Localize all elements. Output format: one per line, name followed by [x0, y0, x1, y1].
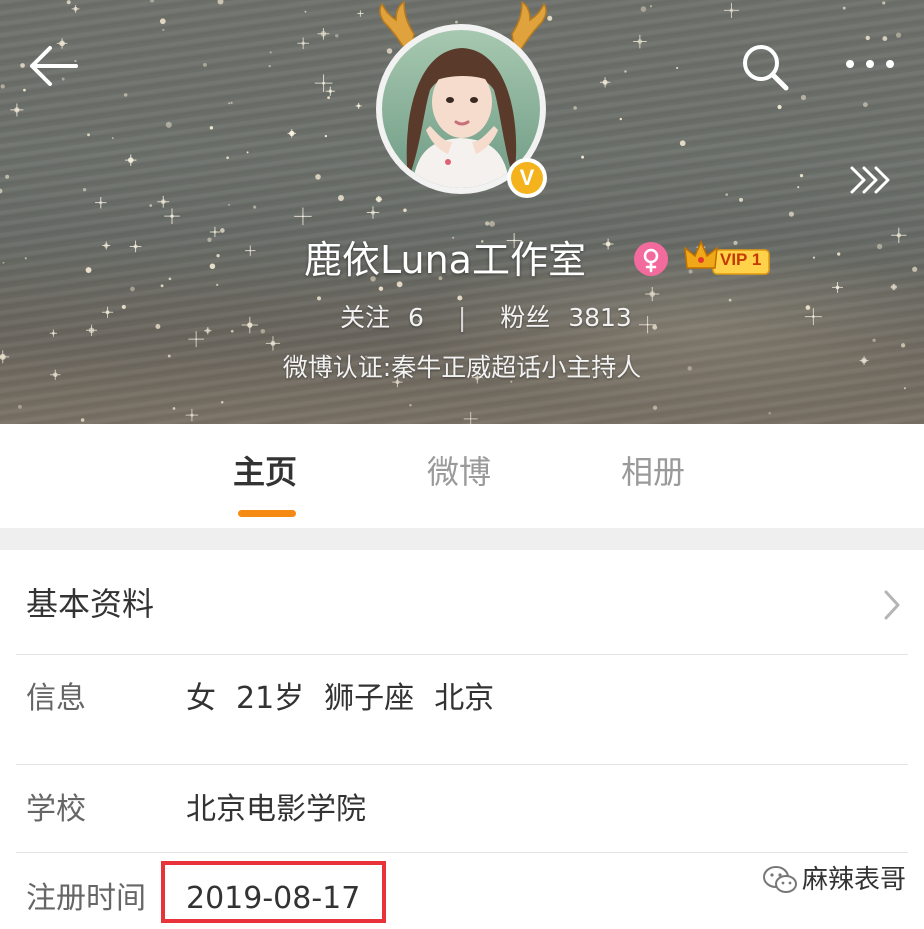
search-button[interactable] — [740, 42, 790, 92]
watermark-text: 麻辣表哥 — [802, 865, 907, 895]
stats-separator: | — [457, 303, 467, 332]
row-divider — [16, 654, 908, 655]
school-label: 学校 — [26, 792, 86, 827]
forward-button[interactable] — [848, 162, 896, 198]
following-count: 6 — [407, 303, 424, 332]
location-value: 北京 — [434, 681, 495, 716]
triple-chevron-right-icon — [850, 166, 890, 194]
followers-stat[interactable]: 粉丝 3813 — [500, 298, 632, 338]
verified-badge: V — [507, 158, 547, 198]
back-button[interactable] — [26, 44, 82, 88]
chevron-right-icon[interactable] — [880, 588, 904, 622]
more-button[interactable] — [842, 54, 898, 74]
search-icon — [743, 45, 789, 91]
tab-home[interactable]: 主页 — [233, 450, 297, 494]
follow-stats: 关注 6 | 粉丝 3813 — [340, 298, 632, 338]
school-value: 北京电影学院 — [186, 792, 366, 827]
following-label: 关注 — [340, 303, 391, 332]
crown-icon — [684, 240, 718, 269]
profile-header: V 鹿依Luna工作室 VIP 1 关注 6 | 粉丝 3813 微博认证:秦牛… — [0, 0, 924, 424]
info-label: 信息 — [26, 681, 86, 716]
section-divider — [0, 528, 924, 550]
tab-weibo[interactable]: 微博 — [427, 450, 491, 494]
verification-text: 微博认证:秦牛正威超话小主持人 — [282, 353, 642, 382]
profile-name: 鹿依Luna工作室 — [304, 238, 586, 282]
highlight-box — [161, 861, 386, 923]
tab-album[interactable]: 相册 — [621, 450, 685, 494]
arrow-left-icon — [30, 46, 78, 86]
more-horizontal-icon — [846, 60, 894, 68]
zodiac-value: 狮子座 — [324, 681, 415, 716]
basic-info-title[interactable]: 基本资料 — [26, 582, 154, 626]
followers-label: 粉丝 — [500, 303, 551, 332]
profile-tabs: 主页 微博 相册 — [0, 424, 924, 528]
following-stat[interactable]: 关注 6 — [340, 298, 424, 338]
profile-name-row: 鹿依Luna工作室 VIP 1 — [0, 232, 924, 288]
gender-value: 女 — [186, 681, 216, 716]
row-divider — [16, 764, 908, 765]
row-divider — [16, 852, 908, 853]
female-icon — [634, 242, 668, 276]
registered-label: 注册时间 — [26, 881, 146, 916]
wechat-icon — [763, 866, 797, 893]
info-value: 女 21岁 狮子座 北京 — [186, 678, 514, 720]
vip-level-label: VIP 1 — [720, 250, 762, 269]
verified-badge-letter: V — [511, 162, 543, 194]
active-tab-indicator — [238, 510, 296, 517]
followers-count: 3813 — [568, 303, 632, 332]
age-value: 21岁 — [236, 681, 305, 716]
